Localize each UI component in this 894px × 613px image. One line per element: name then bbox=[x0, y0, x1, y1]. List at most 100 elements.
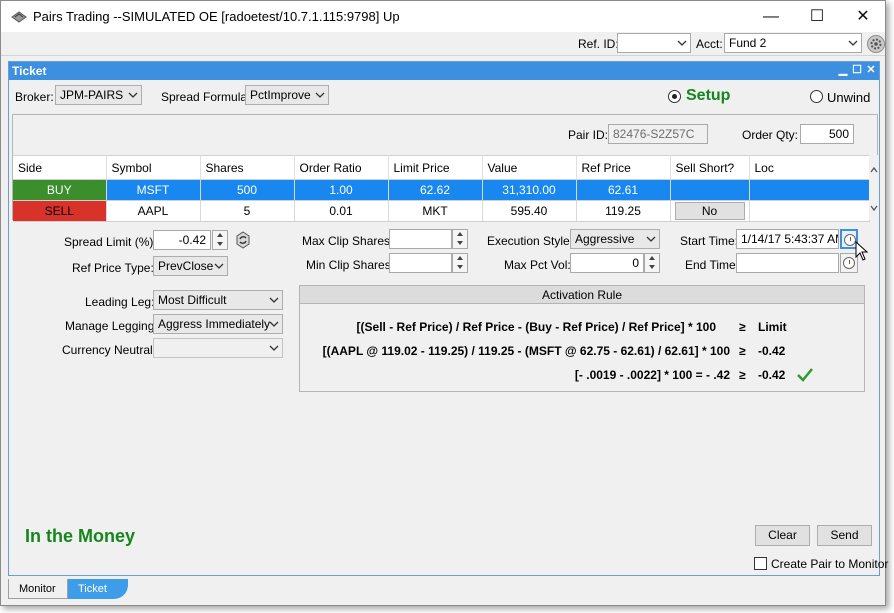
spread-limit-label: Spread Limit (%): bbox=[64, 235, 157, 249]
cell-order-ratio[interactable]: 0.01 bbox=[294, 200, 389, 222]
activation-op: ≥ bbox=[739, 320, 746, 334]
col-header-loc[interactable]: Loc bbox=[749, 155, 870, 180]
ref-price-type-label: Ref Price Type: bbox=[72, 261, 154, 275]
cell-loc[interactable] bbox=[749, 200, 870, 222]
col-header-side[interactable]: Side bbox=[13, 155, 107, 180]
spread-limit-input[interactable]: -0.42 bbox=[153, 230, 211, 250]
col-header-order-ratio[interactable]: Order Ratio bbox=[294, 155, 389, 180]
broker-select[interactable]: JPM-PAIRS bbox=[55, 85, 142, 105]
cell-value: 31,310.00 bbox=[482, 179, 577, 201]
col-header-value[interactable]: Value bbox=[482, 155, 577, 180]
table-row[interactable]: SELL AAPL 5 0.01 MKT 595.40 119.25 No bbox=[13, 200, 870, 222]
send-button[interactable]: Send bbox=[817, 525, 872, 546]
ref-price-type-select[interactable]: PrevClose bbox=[153, 256, 228, 276]
cell-shares[interactable]: 5 bbox=[200, 200, 295, 222]
leading-leg-select[interactable]: Most Difficult bbox=[153, 290, 283, 310]
panel-close-icon[interactable]: ✕ bbox=[865, 63, 877, 77]
max-clip-shares-spinner[interactable] bbox=[452, 229, 468, 249]
setup-label: Setup bbox=[686, 87, 731, 104]
col-header-sell-short[interactable]: Sell Short? bbox=[670, 155, 750, 180]
create-pair-label: Create Pair to Monitor bbox=[771, 557, 889, 571]
minimize-button[interactable]: — bbox=[748, 1, 794, 32]
activation-op: ≥ bbox=[739, 344, 746, 358]
max-pct-vol-spinner[interactable] bbox=[644, 253, 660, 273]
ref-id-select[interactable] bbox=[617, 33, 691, 53]
cell-limit-price[interactable]: MKT bbox=[388, 200, 483, 222]
col-header-ref-price[interactable]: Ref Price bbox=[576, 155, 671, 180]
clear-button[interactable]: Clear bbox=[755, 525, 810, 546]
tab-monitor[interactable]: Monitor bbox=[8, 579, 68, 599]
panel-maximize-icon[interactable]: ☐ bbox=[851, 63, 863, 77]
currency-neutral-select[interactable] bbox=[153, 338, 283, 358]
chevron-down-icon bbox=[315, 92, 325, 98]
settings-gear-icon[interactable] bbox=[867, 35, 885, 53]
max-pct-vol-label: Max Pct Vol: bbox=[504, 258, 571, 272]
cell-symbol[interactable]: MSFT bbox=[106, 179, 201, 201]
close-button[interactable]: ✕ bbox=[840, 1, 886, 32]
acct-label: Acct: bbox=[696, 37, 723, 51]
broker-label: Broker: bbox=[15, 90, 54, 104]
top-toolbar: Ref. ID: Acct: Fund 2 bbox=[1, 32, 885, 56]
spread-limit-spinner[interactable] bbox=[212, 230, 228, 250]
acct-select[interactable]: Fund 2 bbox=[724, 33, 862, 53]
execution-style-select[interactable]: Aggressive bbox=[570, 229, 660, 249]
window-title: Pairs Trading --SIMULATED OE [radoetest/… bbox=[33, 9, 400, 24]
max-clip-shares-input[interactable] bbox=[389, 229, 452, 249]
cell-ref-price: 119.25 bbox=[576, 200, 671, 222]
chevron-down-icon bbox=[269, 345, 279, 351]
panel-minimize-icon[interactable]: ▁ bbox=[837, 63, 849, 77]
min-clip-shares-spinner[interactable] bbox=[452, 253, 468, 273]
sell-short-button[interactable]: No bbox=[674, 202, 745, 220]
activation-rule-box: Activation Rule [(Sell - Ref Price) / Re… bbox=[299, 285, 865, 392]
manage-legging-select[interactable]: Aggress Immediately bbox=[153, 314, 283, 334]
refresh-icon[interactable] bbox=[235, 231, 251, 249]
max-pct-vol-input[interactable]: 0 bbox=[570, 253, 644, 273]
cell-sell-short[interactable]: No bbox=[670, 200, 750, 222]
col-header-shares[interactable]: Shares bbox=[200, 155, 295, 180]
status-in-the-money: In the Money bbox=[25, 526, 136, 546]
activation-rule-title: Activation Rule bbox=[300, 286, 864, 304]
activation-result-line: [- .0019 - .0022] * 100 = - .42 bbox=[574, 368, 730, 382]
order-qty-label: Order Qty: bbox=[742, 128, 799, 142]
cell-sell-short[interactable] bbox=[670, 179, 750, 201]
activation-op: ≥ bbox=[739, 368, 746, 382]
table-row[interactable]: BUY MSFT 500 1.00 62.62 31,310.00 62.61 bbox=[13, 179, 870, 201]
activation-rhs: -0.42 bbox=[758, 368, 786, 382]
cell-shares[interactable]: 500 bbox=[200, 179, 295, 201]
ticket-panel-title: Ticket bbox=[12, 64, 47, 78]
setup-radio[interactable] bbox=[668, 90, 681, 103]
activation-rhs: Limit bbox=[758, 320, 787, 334]
pairs-trading-app-icon bbox=[11, 11, 27, 23]
chevron-down-icon bbox=[269, 297, 279, 303]
execution-style-value: Aggressive bbox=[575, 232, 635, 246]
tab-ticket[interactable]: Ticket bbox=[68, 579, 128, 599]
grid-scrollbar[interactable] bbox=[869, 155, 879, 220]
col-header-symbol[interactable]: Symbol bbox=[106, 155, 201, 180]
col-header-limit-price[interactable]: Limit Price bbox=[388, 155, 483, 180]
title-bar: Pairs Trading --SIMULATED OE [radoetest/… bbox=[1, 1, 885, 32]
scroll-up-icon[interactable] bbox=[869, 165, 879, 175]
min-clip-shares-input[interactable] bbox=[389, 253, 452, 273]
cell-side[interactable]: BUY bbox=[13, 179, 107, 201]
cell-side[interactable]: SELL bbox=[13, 200, 107, 222]
unwind-radio[interactable] bbox=[810, 90, 823, 103]
start-time-input[interactable]: 1/14/17 5:43:37 AM bbox=[736, 229, 839, 249]
max-clip-shares-label: Max Clip Shares: bbox=[302, 234, 394, 248]
ticket-panel-header: Ticket ▁ ☐ ✕ bbox=[9, 62, 879, 80]
cell-limit-price[interactable]: 62.62 bbox=[388, 179, 483, 201]
leading-leg-value: Most Difficult bbox=[158, 293, 227, 307]
activation-rhs: -0.42 bbox=[758, 344, 786, 358]
scroll-down-icon[interactable] bbox=[869, 203, 879, 213]
cell-symbol[interactable]: AAPL bbox=[106, 200, 201, 222]
cell-order-ratio[interactable]: 1.00 bbox=[294, 179, 389, 201]
acct-value: Fund 2 bbox=[729, 36, 767, 50]
pair-id-label: Pair ID: bbox=[568, 128, 609, 142]
spread-formula-value: PctImprove bbox=[250, 88, 311, 102]
maximize-button[interactable]: ☐ bbox=[794, 1, 840, 32]
cell-loc[interactable] bbox=[749, 179, 870, 201]
order-qty-input[interactable]: 500 bbox=[800, 124, 854, 144]
end-time-input[interactable] bbox=[736, 253, 839, 273]
create-pair-checkbox[interactable] bbox=[754, 557, 767, 570]
spread-formula-select[interactable]: PctImprove bbox=[245, 85, 329, 105]
execution-style-label: Execution Style: bbox=[487, 234, 574, 248]
